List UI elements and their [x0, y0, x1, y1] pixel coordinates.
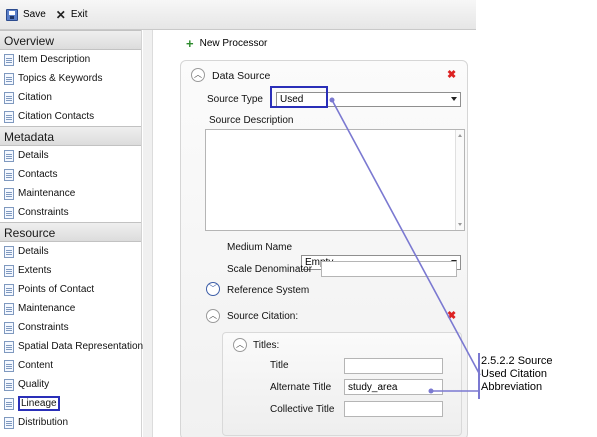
- section-header-metadata: Metadata: [0, 126, 141, 146]
- chevron-up-icon: ︿: [209, 311, 217, 320]
- alternate-title-value: study_area: [348, 381, 398, 393]
- medium-name-label: Medium Name: [227, 242, 293, 253]
- chevron-up-icon: ︿: [236, 340, 244, 349]
- page-icon: [4, 72, 14, 85]
- page-icon: [4, 53, 14, 66]
- page-icon: [4, 110, 14, 123]
- collective-title-label: Collective Title: [270, 404, 335, 415]
- close-icon: ✕: [55, 7, 66, 22]
- sidebar-item-metadata-constraints[interactable]: Constraints: [0, 203, 141, 222]
- page-icon: [4, 91, 14, 104]
- source-description-textarea[interactable]: [205, 129, 465, 231]
- chevron-down-icon: ﹀: [209, 284, 217, 293]
- callout-line-2: Used Citation: [481, 368, 548, 380]
- alternate-title-label: Alternate Title: [270, 382, 332, 393]
- page-icon: [4, 264, 14, 277]
- save-icon: [6, 8, 18, 21]
- sidebar-item-resource-constraints[interactable]: Constraints: [0, 318, 141, 337]
- page-icon: [4, 283, 14, 296]
- source-description-label: Source Description: [209, 115, 294, 126]
- plus-icon: +: [186, 35, 194, 51]
- section-header-overview: Overview: [0, 30, 141, 50]
- alternate-title-input[interactable]: study_area: [344, 379, 443, 395]
- exit-button[interactable]: ✕ Exit: [56, 9, 88, 21]
- page-icon: [4, 206, 14, 219]
- collapse-source-citation-button[interactable]: ︿: [206, 309, 220, 323]
- callout-text: 2.5.2.2 Source Used Citation Abbreviatio…: [481, 355, 553, 394]
- sidebar: Overview Item Description Topics & Keywo…: [0, 30, 143, 437]
- titles-header: Titles:: [253, 340, 280, 351]
- page-icon: [4, 187, 14, 200]
- page-icon: [4, 245, 14, 258]
- callout-line-1: 2.5.2.2 Source: [481, 355, 553, 367]
- save-button[interactable]: Save: [6, 8, 46, 21]
- sidebar-item-spatial-data-representation[interactable]: Spatial Data Representation: [0, 337, 143, 356]
- scroll-up-icon: [458, 134, 462, 137]
- sidebar-item-resource-maintenance[interactable]: Maintenance: [0, 299, 141, 318]
- titles-panel: ︿ Titles: Title Alternate Title study_ar…: [222, 332, 462, 436]
- source-citation-label: Source Citation:: [227, 311, 299, 322]
- sidebar-item-lineage[interactable]: Lineage: [0, 394, 141, 413]
- delete-source-citation-icon[interactable]: ✖: [447, 309, 456, 322]
- data-source-title: Data Source: [212, 70, 271, 82]
- sidebar-item-item-description[interactable]: Item Description: [0, 50, 141, 69]
- scale-denominator-input[interactable]: [321, 261, 457, 277]
- page-icon: [4, 378, 14, 391]
- collapse-titles-button[interactable]: ︿: [233, 338, 247, 352]
- page-icon: [4, 416, 14, 429]
- sidebar-item-extents[interactable]: Extents: [0, 261, 141, 280]
- callout-bar: [478, 353, 480, 399]
- scale-denominator-label: Scale Denominator: [227, 264, 313, 275]
- new-processor-label: New Processor: [199, 38, 268, 49]
- delete-data-source-icon[interactable]: ✖: [447, 68, 456, 81]
- title-input[interactable]: [344, 358, 443, 374]
- page-icon: [4, 340, 14, 353]
- collective-title-input[interactable]: [344, 401, 443, 417]
- section-header-resource: Resource: [0, 222, 141, 242]
- sidebar-item-citation[interactable]: Citation: [0, 88, 141, 107]
- sidebar-item-content[interactable]: Content: [0, 356, 141, 375]
- callout-line-3: Abbreviation: [481, 381, 543, 393]
- sidebar-item-metadata-maintenance[interactable]: Maintenance: [0, 184, 141, 203]
- dropdown-arrow-icon: [451, 97, 457, 101]
- sidebar-item-points-of-contact[interactable]: Points of Contact: [0, 280, 141, 299]
- sidebar-item-metadata-contacts[interactable]: Contacts: [0, 165, 141, 184]
- data-source-panel: ︿ Data Source ✖ Source Type Used Source …: [180, 60, 468, 437]
- source-type-label: Source Type: [207, 94, 263, 105]
- collapse-data-source-button[interactable]: ︿: [191, 68, 205, 82]
- page-icon: [4, 397, 14, 410]
- page-icon: [4, 321, 14, 334]
- new-processor-button[interactable]: + New Processor: [186, 35, 268, 51]
- scroll-down-icon: [458, 223, 462, 226]
- title-label: Title: [270, 360, 289, 371]
- source-type-highlight: [270, 86, 328, 108]
- sidebar-item-citation-contacts[interactable]: Citation Contacts: [0, 107, 141, 126]
- splitter[interactable]: [143, 30, 153, 437]
- expand-reference-system-button[interactable]: ﹀: [206, 282, 220, 296]
- reference-system-label: Reference System: [227, 285, 310, 296]
- sidebar-item-topics-keywords[interactable]: Topics & Keywords: [0, 69, 141, 88]
- chevron-up-icon: ︿: [194, 70, 202, 79]
- save-label: Save: [23, 9, 46, 20]
- exit-label: Exit: [70, 9, 88, 20]
- sidebar-item-quality[interactable]: Quality: [0, 375, 141, 394]
- sidebar-item-resource-details[interactable]: Details: [0, 242, 141, 261]
- page-icon: [4, 149, 14, 162]
- sidebar-item-metadata-details[interactable]: Details: [0, 146, 141, 165]
- sidebar-item-distribution[interactable]: Distribution: [0, 413, 141, 432]
- page-icon: [4, 359, 14, 372]
- scrollbar[interactable]: [455, 130, 464, 230]
- toolbar: Save ✕ Exit: [0, 0, 476, 30]
- page-icon: [4, 168, 14, 181]
- page-icon: [4, 302, 14, 315]
